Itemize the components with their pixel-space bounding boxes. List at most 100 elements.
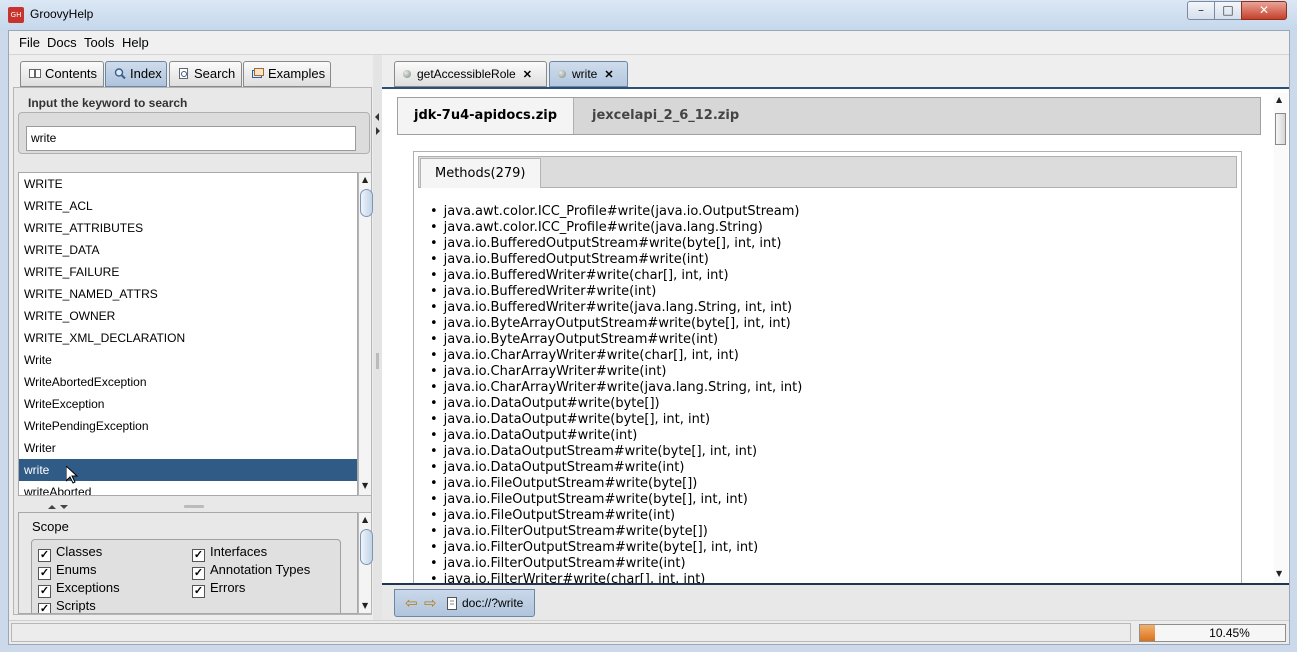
document-scroll-thumb[interactable] [1275, 113, 1286, 145]
list-item[interactable]: WRITE_XML_DECLARATION [19, 327, 357, 349]
tab-contents[interactable]: Contents [20, 61, 104, 87]
horizontal-splitter[interactable] [18, 500, 370, 509]
menu-file[interactable]: File [19, 35, 40, 50]
scope-annotation-types-label: Annotation Types [210, 562, 311, 577]
menu-help[interactable]: Help [122, 35, 149, 50]
scope-classes-checkbox[interactable]: ✓ Classes [38, 544, 102, 562]
progress-label: 10.45% [1209, 626, 1250, 640]
scope-annotation-types-checkbox[interactable]: ✓ Annotation Types [192, 562, 310, 580]
method-link[interactable]: java.io.FilterOutputStream#write(byte[]) [430, 524, 708, 540]
navigation-bar: ⇦ ⇨ doc://?write [382, 585, 1289, 620]
check-icon: ✓ [38, 549, 51, 562]
method-link[interactable]: java.io.ByteArrayOutputStream#write(byte… [430, 316, 791, 332]
doc-tab-write[interactable]: write ✕ [549, 61, 628, 87]
method-link[interactable]: java.io.BufferedOutputStream#write(byte[… [430, 236, 782, 252]
method-link[interactable]: java.io.DataOutputStream#write(byte[], i… [430, 444, 757, 460]
method-link[interactable]: java.io.CharArrayWriter#write(int) [430, 364, 667, 380]
search-input[interactable]: write [26, 126, 356, 151]
methods-tab[interactable]: Methods(279) [420, 158, 541, 188]
scope-scroll-thumb[interactable] [360, 529, 373, 565]
method-link[interactable]: java.io.DataOutput#write(byte[]) [430, 396, 660, 412]
vertical-splitter[interactable] [373, 55, 382, 620]
index-list-scrollbar[interactable]: ▲ ▼ [358, 172, 373, 496]
index-list: WRITE WRITE_ACL WRITE_ATTRIBUTES WRITE_DATA… [18, 172, 358, 496]
method-link[interactable]: java.io.DataOutput#write(int) [430, 428, 638, 444]
tab-index[interactable]: Index [105, 61, 167, 87]
address-tab: ⇦ ⇨ doc://?write [394, 589, 535, 617]
menu-bar: File Docs Tools Help [9, 31, 1289, 55]
scroll-down-arrow[interactable]: ▼ [362, 481, 368, 490]
list-item[interactable]: WriteException [19, 393, 357, 415]
list-item[interactable]: WRITE [19, 173, 357, 195]
list-item[interactable]: WRITE_ATTRIBUTES [19, 217, 357, 239]
method-link[interactable]: java.io.DataOutput#write(byte[], int, in… [430, 412, 710, 428]
tab-examples-label: Examples [268, 66, 326, 81]
check-icon: ✓ [38, 585, 51, 598]
maximize-button[interactable]: □ [1214, 1, 1242, 20]
method-link[interactable]: java.awt.color.ICC_Profile#write(java.la… [430, 220, 763, 236]
menu-tools[interactable]: Tools [84, 35, 114, 50]
back-arrow-icon[interactable]: ⇦ [405, 594, 418, 612]
scroll-down-arrow[interactable]: ▼ [362, 601, 368, 610]
method-link[interactable]: java.awt.color.ICC_Profile#write(java.io… [430, 204, 800, 220]
method-link[interactable]: java.io.BufferedWriter#write(java.lang.S… [430, 300, 792, 316]
list-item[interactable]: WRITE_FAILURE [19, 261, 357, 283]
zip-tab-bar: jdk-7u4-apidocs.zip jexcelapi_2_6_12.zip [397, 97, 1261, 135]
document-scrollbar[interactable]: ▲ ▼ [1274, 93, 1288, 583]
scope-errors-label: Errors [210, 580, 246, 595]
scope-errors-checkbox[interactable]: ✓ Errors [192, 580, 245, 598]
zip-tab-jdk[interactable]: jdk-7u4-apidocs.zip [398, 98, 575, 134]
scroll-up-arrow[interactable]: ▲ [362, 515, 368, 524]
menu-docs[interactable]: Docs [47, 35, 77, 50]
close-tab-icon[interactable]: ✕ [604, 69, 613, 81]
method-link[interactable]: java.io.DataOutputStream#write(int) [430, 460, 685, 476]
list-item[interactable]: WRITE_OWNER [19, 305, 357, 327]
method-link[interactable]: java.io.FileOutputStream#write(int) [430, 508, 675, 524]
scope-scrollbar[interactable]: ▲ ▼ [358, 512, 373, 614]
list-item[interactable]: WRITE_DATA [19, 239, 357, 261]
scope-enums-checkbox[interactable]: ✓ Enums [38, 562, 96, 580]
scroll-up-arrow[interactable]: ▲ [1276, 95, 1282, 104]
list-item[interactable]: WriteAbortedException [19, 371, 357, 393]
close-window-button[interactable]: ✕ [1241, 1, 1287, 20]
method-link[interactable]: java.io.BufferedWriter#write(char[], int… [430, 268, 729, 284]
tab-examples[interactable]: Examples [243, 61, 331, 87]
list-item[interactable]: WRITE_ACL [19, 195, 357, 217]
title-bar[interactable]: GH GroovyHelp – □ ✕ [0, 0, 1297, 30]
address-field[interactable]: doc://?write [462, 596, 523, 610]
scope-interfaces-checkbox[interactable]: ✓ Interfaces [192, 544, 267, 562]
method-link[interactable]: java.io.FileOutputStream#write(byte[]) [430, 476, 698, 492]
method-link[interactable]: java.io.BufferedWriter#write(int) [430, 284, 657, 300]
method-link[interactable]: java.io.CharArrayWriter#write(char[], in… [430, 348, 739, 364]
minimize-button[interactable]: – [1187, 1, 1215, 20]
index-list-scroll-thumb[interactable] [360, 189, 373, 217]
magnifier-icon [114, 63, 126, 80]
scope-exceptions-checkbox[interactable]: ✓ Exceptions [38, 580, 120, 598]
method-link[interactable]: java.io.ByteArrayOutputStream#write(int) [430, 332, 718, 348]
check-icon: ✓ [192, 585, 205, 598]
list-item[interactable]: WritePendingException [19, 415, 357, 437]
scope-options-box: ✓ Classes ✓ Interfaces ✓ Enums ✓ Annotation … [31, 539, 341, 613]
method-link[interactable]: java.io.FileOutputStream#write(byte[], i… [430, 492, 748, 508]
method-link[interactable]: java.io.FilterWriter#write(char[], int, … [430, 572, 706, 583]
document-content: jdk-7u4-apidocs.zip jexcelapi_2_6_12.zip… [385, 93, 1273, 583]
method-link[interactable]: java.io.FilterOutputStream#write(byte[],… [430, 540, 759, 556]
scroll-up-arrow[interactable]: ▲ [362, 175, 368, 184]
method-link[interactable]: java.io.FilterOutputStream#write(int) [430, 556, 686, 572]
scope-scripts-checkbox[interactable]: ✓ Scripts [38, 598, 96, 613]
list-item[interactable]: Write [19, 349, 357, 371]
zip-tab-jexcelapi[interactable]: jexcelapi_2_6_12.zip [576, 98, 755, 134]
tab-search[interactable]: Search [169, 61, 242, 87]
tab-index-label: Index [130, 66, 162, 81]
forward-arrow-icon[interactable]: ⇨ [424, 594, 437, 612]
methods-tab-bar: Methods(279) [418, 156, 1237, 188]
list-item[interactable]: Writer [19, 437, 357, 459]
method-link[interactable]: java.io.CharArrayWriter#write(java.lang.… [430, 380, 803, 396]
doc-tab-getaccessiblerole[interactable]: getAccessibleRole ✕ [394, 61, 547, 87]
keyword-label: Input the keyword to search [28, 96, 188, 110]
scroll-down-arrow[interactable]: ▼ [1276, 569, 1282, 578]
close-tab-icon[interactable]: ✕ [523, 69, 532, 81]
method-link[interactable]: java.io.BufferedOutputStream#write(int) [430, 252, 709, 268]
list-item[interactable]: WRITE_NAMED_ATTRS [19, 283, 357, 305]
tab-contents-label: Contents [45, 66, 98, 81]
